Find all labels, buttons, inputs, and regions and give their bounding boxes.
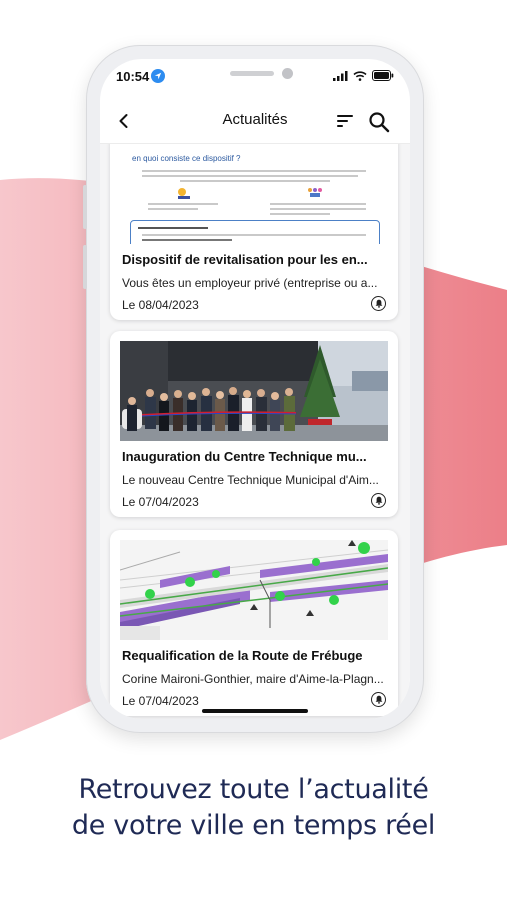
news-feed[interactable]: en quoi consiste ce dispositif ? Disposi…	[100, 144, 410, 719]
status-time: 10:54	[116, 69, 150, 84]
tagline-line-1: Retrouvez toute l’actualité	[78, 774, 429, 805]
article-date: Le 07/04/2023	[122, 495, 199, 509]
bell-icon[interactable]	[371, 493, 386, 508]
news-card[interactable]: Inauguration du Centre Technique mu... L…	[110, 331, 398, 517]
article-title: Requalification de la Route de Frébuge	[122, 648, 363, 663]
news-card[interactable]: en quoi consiste ce dispositif ? Disposi…	[110, 144, 398, 320]
news-card[interactable]: Requalification de la Route de Frébuge C…	[110, 530, 398, 716]
article-title: Dispositif de revitalisation pour les en…	[122, 252, 368, 267]
wifi-icon	[353, 70, 367, 81]
promo-tagline: Retrouvez toute l’actualité de votre vil…	[0, 772, 507, 844]
status-icons	[333, 70, 394, 81]
front-camera	[282, 68, 293, 79]
bell-icon[interactable]	[371, 296, 386, 311]
page-title: Actualités	[222, 111, 288, 128]
location-arrow-icon	[151, 69, 165, 83]
status-bar: 10:54	[100, 59, 410, 99]
article-summary: Le nouveau Centre Technique Municipal d'…	[122, 473, 379, 487]
article-date: Le 07/04/2023	[122, 694, 199, 708]
article-date: Le 08/04/2023	[122, 298, 199, 312]
battery-icon	[372, 70, 394, 81]
speaker-grille	[230, 71, 274, 76]
navigation-bar: Actualités	[100, 99, 410, 144]
tagline-line-2: de votre ville en temps réel	[71, 810, 436, 841]
home-indicator[interactable]	[202, 709, 308, 713]
search-icon[interactable]	[368, 111, 390, 133]
app-screen: 10:54 Actualités en quoi consiste ce dis…	[100, 59, 410, 719]
article-image: en quoi consiste ce dispositif ?	[120, 144, 388, 244]
article-summary: Vous êtes un employeur privé (entreprise…	[122, 276, 378, 290]
article-plan-image	[120, 540, 388, 640]
article-photo	[120, 341, 388, 441]
filter-lines-icon[interactable]	[336, 113, 356, 129]
image-heading: en quoi consiste ce dispositif ?	[132, 154, 241, 163]
phone-frame: 10:54 Actualités en quoi consiste ce dis…	[83, 45, 424, 733]
bell-icon[interactable]	[371, 692, 386, 707]
article-summary: Corine Maironi-Gonthier, maire d'Aime-la…	[122, 672, 384, 686]
signal-icon	[333, 70, 348, 81]
article-title: Inauguration du Centre Technique mu...	[122, 449, 367, 464]
